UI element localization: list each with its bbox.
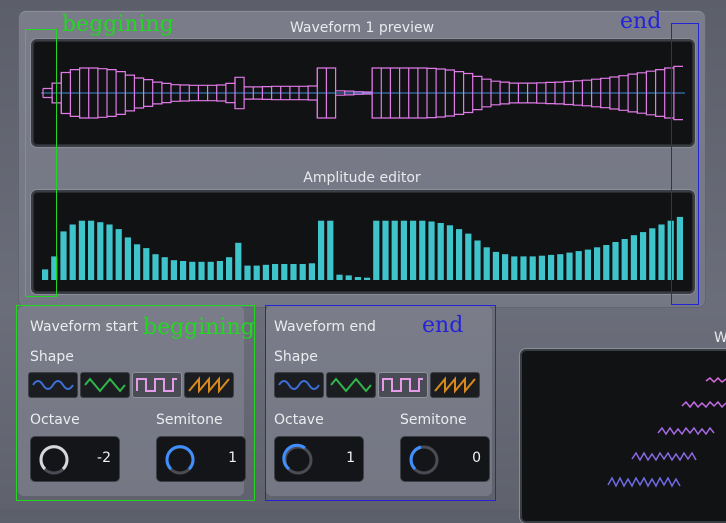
amplitude-bar[interactable] bbox=[649, 228, 656, 280]
amplitude-bar[interactable] bbox=[603, 245, 610, 280]
amplitude-bar[interactable] bbox=[216, 261, 223, 280]
waveform-preview-plot bbox=[41, 65, 685, 121]
amplitude-bar[interactable] bbox=[299, 264, 306, 280]
amplitude-bar[interactable] bbox=[115, 229, 122, 280]
waveform-lower-envelope bbox=[43, 93, 683, 121]
wavetable-3d-display bbox=[520, 349, 726, 523]
amplitude-bar[interactable] bbox=[446, 225, 453, 280]
amplitude-bar[interactable] bbox=[354, 277, 361, 280]
amplitude-bar[interactable] bbox=[391, 220, 398, 280]
amplitude-bar[interactable] bbox=[134, 244, 141, 280]
amplitude-bar[interactable] bbox=[198, 261, 205, 280]
amplitude-bar[interactable] bbox=[575, 251, 582, 280]
beginning-annotation-panel: beggining bbox=[143, 315, 255, 340]
amplitude-bar[interactable] bbox=[584, 249, 591, 280]
amplitude-bar[interactable] bbox=[400, 220, 407, 280]
amplitude-bar[interactable] bbox=[262, 264, 269, 280]
waveform-upper-envelope bbox=[43, 65, 683, 93]
amplitude-bar[interactable] bbox=[170, 260, 177, 280]
amplitude-bar[interactable] bbox=[281, 264, 288, 280]
amplitude-bar[interactable] bbox=[529, 256, 536, 280]
amplitude-bar[interactable] bbox=[253, 265, 260, 280]
top-panel: Waveform 1 preview Amplitude editor bbox=[18, 10, 706, 308]
amplitude-bar[interactable] bbox=[483, 247, 490, 280]
amplitude-bar[interactable] bbox=[235, 242, 242, 280]
amplitude-bar[interactable] bbox=[143, 248, 150, 280]
amplitude-bar[interactable] bbox=[612, 242, 619, 280]
amplitude-bar[interactable] bbox=[382, 220, 389, 280]
amplitude-bar[interactable] bbox=[557, 254, 564, 280]
amplitude-bar[interactable] bbox=[290, 264, 297, 280]
amplitude-bar[interactable] bbox=[180, 261, 187, 280]
amplitude-bar[interactable] bbox=[630, 235, 637, 280]
amplitude-bar[interactable] bbox=[124, 237, 131, 280]
amplitude-bar[interactable] bbox=[640, 232, 647, 280]
amplitude-bar[interactable] bbox=[548, 254, 555, 280]
beginning-region-box bbox=[25, 29, 57, 297]
amplitude-bars[interactable] bbox=[33, 192, 693, 292]
amplitude-bar[interactable] bbox=[69, 224, 76, 281]
end-annotation-panel: end bbox=[422, 313, 464, 338]
amplitude-bar[interactable] bbox=[410, 220, 417, 280]
amplitude-bar[interactable] bbox=[502, 254, 509, 280]
amplitude-bar[interactable] bbox=[78, 220, 85, 280]
amplitude-bar[interactable] bbox=[345, 275, 352, 280]
end-region-box bbox=[671, 23, 699, 305]
amplitude-bar[interactable] bbox=[207, 261, 214, 280]
amplitude-editor[interactable] bbox=[31, 190, 695, 294]
amplitude-bar[interactable] bbox=[226, 257, 233, 280]
amplitude-title: Amplitude editor bbox=[303, 170, 421, 186]
amplitude-bar[interactable] bbox=[419, 220, 426, 280]
amplitude-bar[interactable] bbox=[272, 264, 279, 280]
end-annotation-top: end bbox=[620, 9, 662, 34]
amplitude-bar[interactable] bbox=[658, 224, 665, 281]
amplitude-bar[interactable] bbox=[308, 263, 315, 280]
wavetable-waves-plot bbox=[607, 376, 726, 488]
amplitude-bar[interactable] bbox=[594, 247, 601, 280]
amplitude-bar[interactable] bbox=[327, 220, 334, 280]
amplitude-bar[interactable] bbox=[456, 229, 463, 280]
amplitude-bar[interactable] bbox=[60, 231, 67, 280]
amplitude-bar[interactable] bbox=[318, 220, 325, 280]
amplitude-bar[interactable] bbox=[152, 254, 159, 280]
amplitude-bar[interactable] bbox=[474, 240, 481, 281]
amplitude-bar[interactable] bbox=[621, 239, 628, 280]
amplitude-bar[interactable] bbox=[520, 256, 527, 280]
amplitude-bar[interactable] bbox=[538, 255, 545, 280]
amplitude-bar[interactable] bbox=[428, 221, 435, 281]
right-panel-title: W bbox=[714, 330, 726, 346]
amplitude-bar[interactable] bbox=[106, 224, 113, 281]
amplitude-bar[interactable] bbox=[244, 265, 251, 280]
amplitude-bar[interactable] bbox=[364, 277, 371, 280]
amplitude-bar[interactable] bbox=[373, 220, 380, 280]
amplitude-bar[interactable] bbox=[189, 261, 196, 280]
amplitude-bar[interactable] bbox=[336, 274, 343, 280]
amplitude-bar[interactable] bbox=[511, 256, 518, 280]
beginning-annotation-top: beggining bbox=[62, 12, 174, 37]
waveform-preview-display bbox=[31, 39, 695, 147]
amplitude-bar[interactable] bbox=[465, 233, 472, 280]
amplitude-bar[interactable] bbox=[97, 222, 104, 280]
amplitude-bar[interactable] bbox=[492, 251, 499, 280]
amplitude-bar[interactable] bbox=[88, 220, 95, 280]
amplitude-bar[interactable] bbox=[161, 257, 168, 280]
amplitude-bar[interactable] bbox=[437, 223, 444, 280]
amplitude-bar[interactable] bbox=[566, 252, 573, 280]
